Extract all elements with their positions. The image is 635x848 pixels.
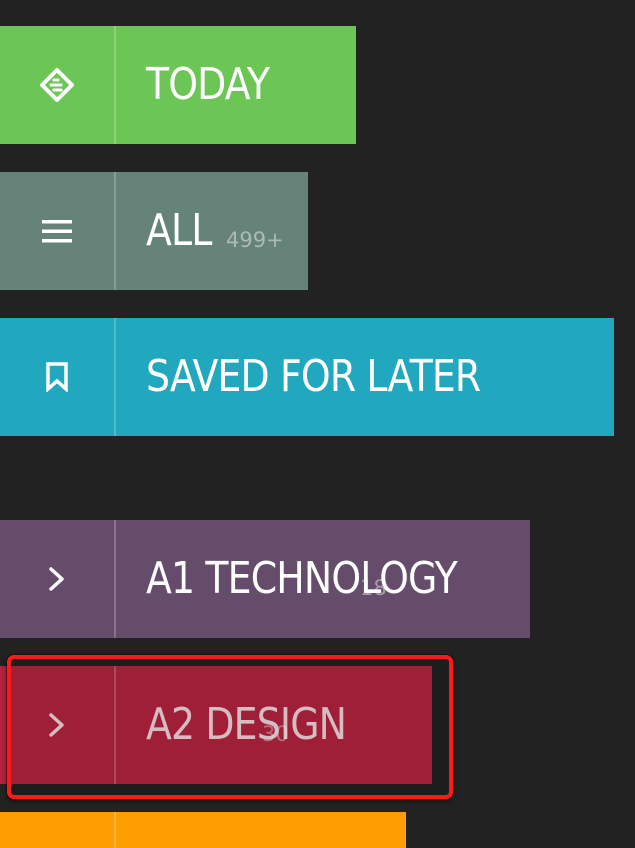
nav-item-category-a1-technology[interactable]: A1 TECHNOLOGY 18 xyxy=(0,520,530,638)
unread-count: 30 xyxy=(262,722,289,746)
unread-count: 499+ xyxy=(226,228,284,252)
nav-item-icon-slot xyxy=(0,812,116,848)
nav-item-label: SAVED FOR LATER xyxy=(146,351,481,402)
nav-item-label: A2 DESIGN xyxy=(146,699,347,750)
nav-item-label-wrap: SAVED FOR LATER xyxy=(116,318,614,436)
feedly-icon xyxy=(0,26,116,144)
nav-item-label-wrap: A1 TECHNOLOGY xyxy=(116,520,530,638)
unread-count: 18 xyxy=(360,576,387,600)
nav-item-all[interactable]: ALL 499+ xyxy=(0,172,308,290)
chevron-right-icon[interactable] xyxy=(0,520,116,638)
menu-icon xyxy=(0,172,116,290)
nav-item-label: ALL xyxy=(146,205,212,256)
nav-item-label: A1 TECHNOLOGY xyxy=(146,553,458,604)
nav-item-today[interactable]: TODAY xyxy=(0,26,356,144)
bookmark-icon xyxy=(0,318,116,436)
nav-item-category-partial[interactable] xyxy=(0,812,406,848)
sidebar-navigation: TODAY ALL 499+ SAVED FOR LATER A1 TECHNO… xyxy=(0,0,635,848)
chevron-right-icon[interactable] xyxy=(0,666,116,784)
nav-item-label-wrap xyxy=(116,812,406,848)
nav-item-label-wrap: TODAY xyxy=(116,26,356,144)
nav-item-saved-for-later[interactable]: SAVED FOR LATER xyxy=(0,318,614,436)
nav-item-category-a2-design[interactable]: A2 DESIGN 30 xyxy=(0,666,432,784)
nav-item-label: TODAY xyxy=(146,59,270,110)
